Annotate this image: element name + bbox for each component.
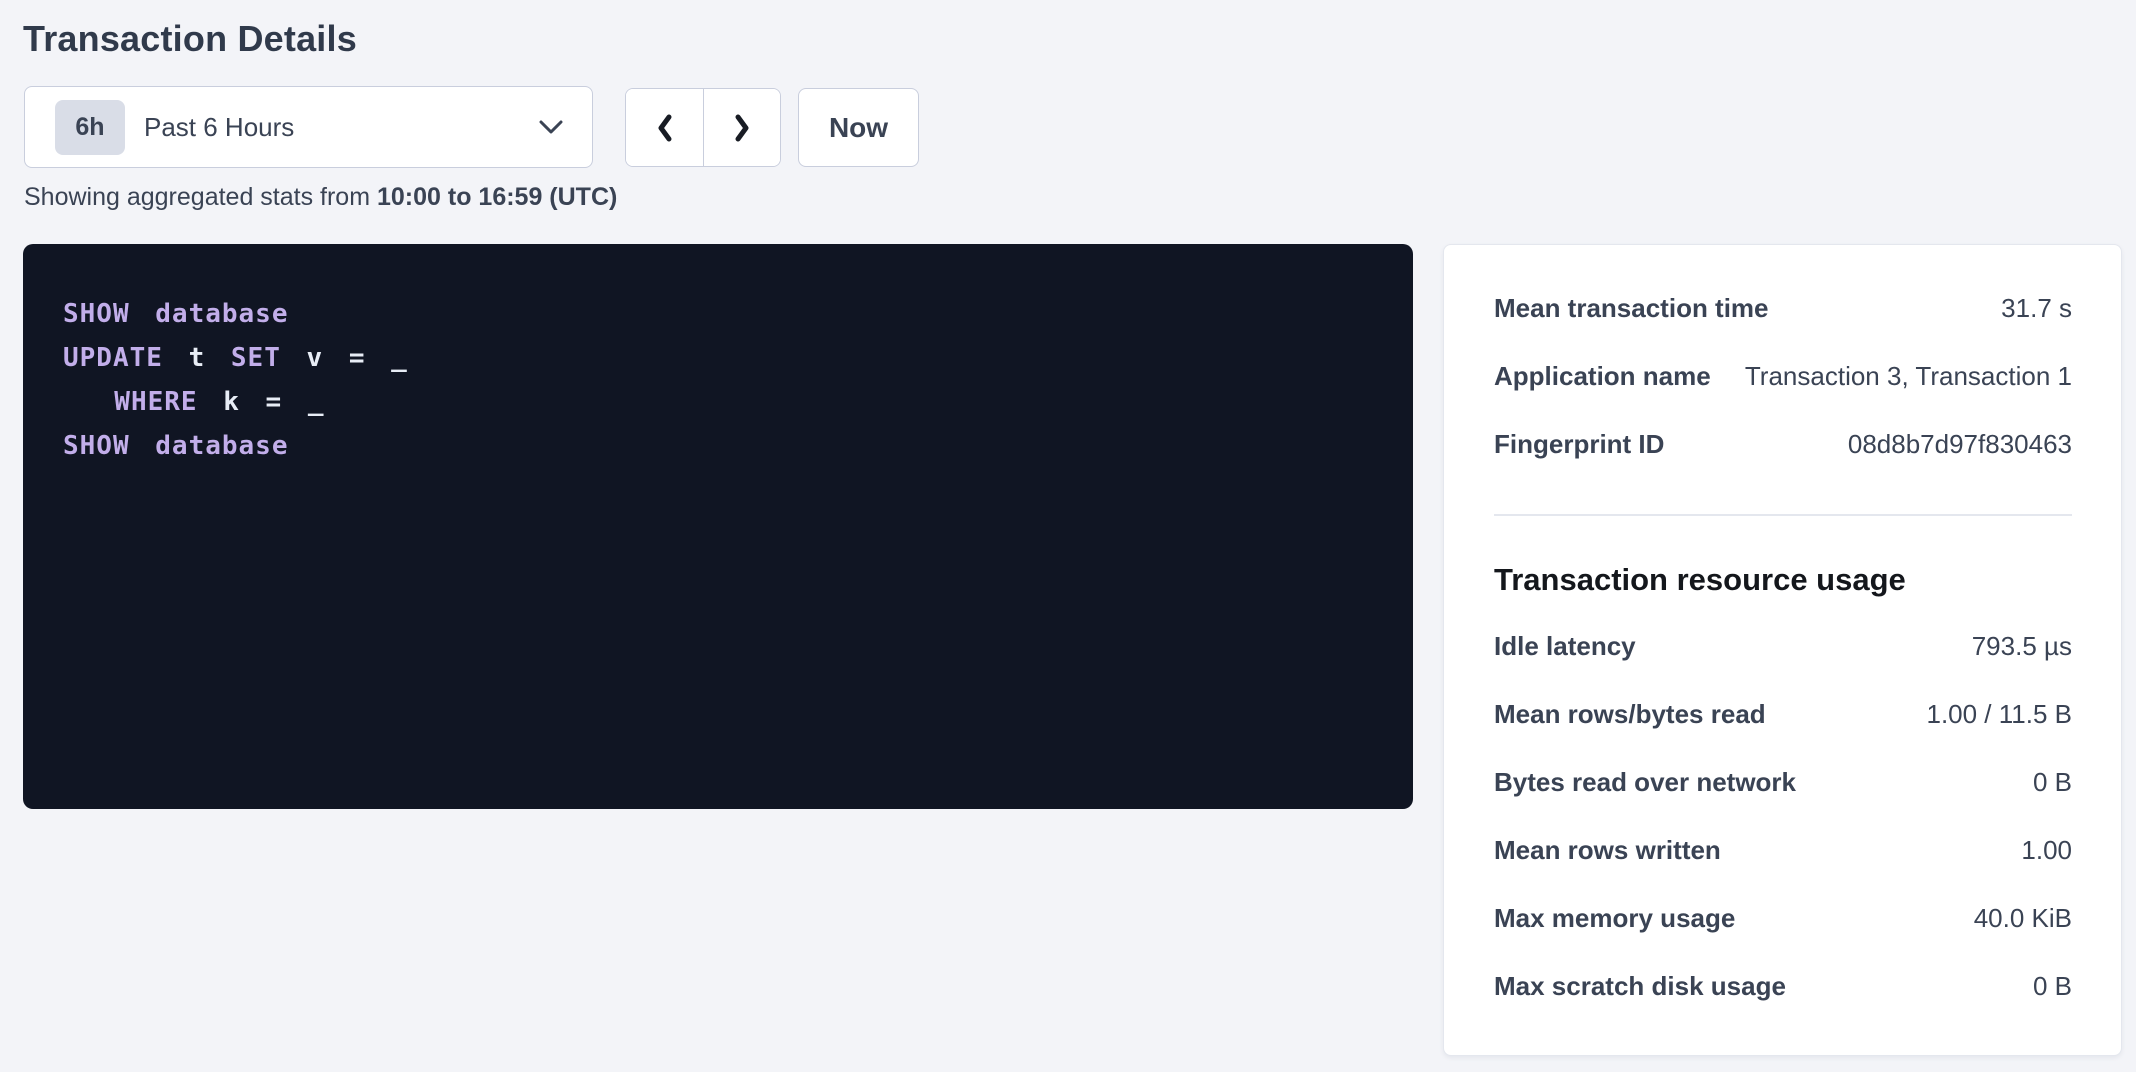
stat-label: Idle latency (1494, 631, 1636, 662)
stat-row: Max scratch disk usage 0 B (1494, 952, 2072, 1020)
stat-row: Application name Transaction 3, Transacti… (1494, 342, 2072, 410)
card-divider (1494, 514, 2072, 516)
sql-token: WHERE (63, 387, 198, 417)
page-title: Transaction Details (23, 18, 357, 60)
stat-label: Mean rows/bytes read (1494, 699, 1766, 730)
stat-value: 1.00 / 11.5 B (1926, 699, 2072, 730)
stat-value: 08d8b7d97f830463 (1848, 429, 2072, 460)
chevron-left-icon (652, 111, 678, 145)
sql-line: SHOW database (63, 292, 1373, 336)
sql-token: t (163, 343, 231, 373)
time-range-label: Past 6 Hours (144, 112, 294, 143)
stat-row: Mean transaction time 31.7 s (1494, 274, 2072, 342)
stat-value: Transaction 3, Transaction 1 (1745, 361, 2072, 392)
stat-value: 0 B (2033, 971, 2072, 1002)
sql-token: SET (231, 343, 281, 373)
resource-usage-section: Idle latency 793.5 µs Mean rows/bytes read… (1494, 612, 2072, 1020)
sql-line: SHOW database (63, 424, 1373, 468)
aggregation-summary-prefix: Showing aggregated stats from (24, 183, 377, 211)
previous-range-button[interactable] (626, 89, 703, 166)
time-range-dropdown[interactable]: 6h Past 6 Hours (24, 86, 593, 168)
aggregation-summary: Showing aggregated stats from 10:00 to 1… (24, 181, 617, 213)
stat-row: Mean rows written 1.00 (1494, 816, 2072, 884)
sql-token: v = _ (281, 343, 408, 373)
sql-token: k = _ (198, 387, 325, 417)
stat-value: 1.00 (2021, 835, 2072, 866)
sql-token: SHOW database (63, 431, 289, 461)
time-nav-button-group (625, 88, 781, 167)
stat-row: Bytes read over network 0 B (1494, 748, 2072, 816)
stat-value: 31.7 s (2001, 293, 2072, 324)
sql-line: UPDATE t SET v = _ (63, 336, 1373, 380)
stat-label: Mean transaction time (1494, 293, 1769, 324)
stat-row: Fingerprint ID 08d8b7d97f830463 (1494, 410, 2072, 478)
stat-label: Application name (1494, 361, 1711, 392)
stat-value: 40.0 KiB (1974, 903, 2072, 934)
stat-label: Max memory usage (1494, 903, 1735, 934)
sql-line: WHERE k = _ (63, 380, 1373, 424)
stat-label: Mean rows written (1494, 835, 1721, 866)
overview-stats-section: Mean transaction time 31.7 s Application n… (1494, 274, 2072, 478)
chevron-right-icon (729, 111, 755, 145)
aggregation-summary-range: 10:00 to 16:59 (UTC) (377, 183, 617, 211)
stat-value: 793.5 µs (1972, 631, 2072, 662)
transaction-stats-card: Mean transaction time 31.7 s Application n… (1443, 244, 2122, 1056)
sql-token: UPDATE (63, 343, 163, 373)
sql-statement-block: SHOW database UPDATE t SET v = _ WHERE k … (23, 244, 1413, 809)
stat-row: Idle latency 793.5 µs (1494, 612, 2072, 680)
stat-label: Bytes read over network (1494, 767, 1796, 798)
stat-label: Max scratch disk usage (1494, 971, 1786, 1002)
now-button[interactable]: Now (798, 88, 919, 167)
time-range-badge: 6h (55, 100, 125, 155)
stat-row: Max memory usage 40.0 KiB (1494, 884, 2072, 952)
resource-usage-heading: Transaction resource usage (1494, 560, 2072, 600)
chevron-down-icon (538, 119, 564, 135)
next-range-button[interactable] (703, 89, 780, 166)
stat-row: Mean rows/bytes read 1.00 / 11.5 B (1494, 680, 2072, 748)
stat-value: 0 B (2033, 767, 2072, 798)
stat-label: Fingerprint ID (1494, 429, 1664, 460)
sql-token: SHOW database (63, 299, 289, 329)
